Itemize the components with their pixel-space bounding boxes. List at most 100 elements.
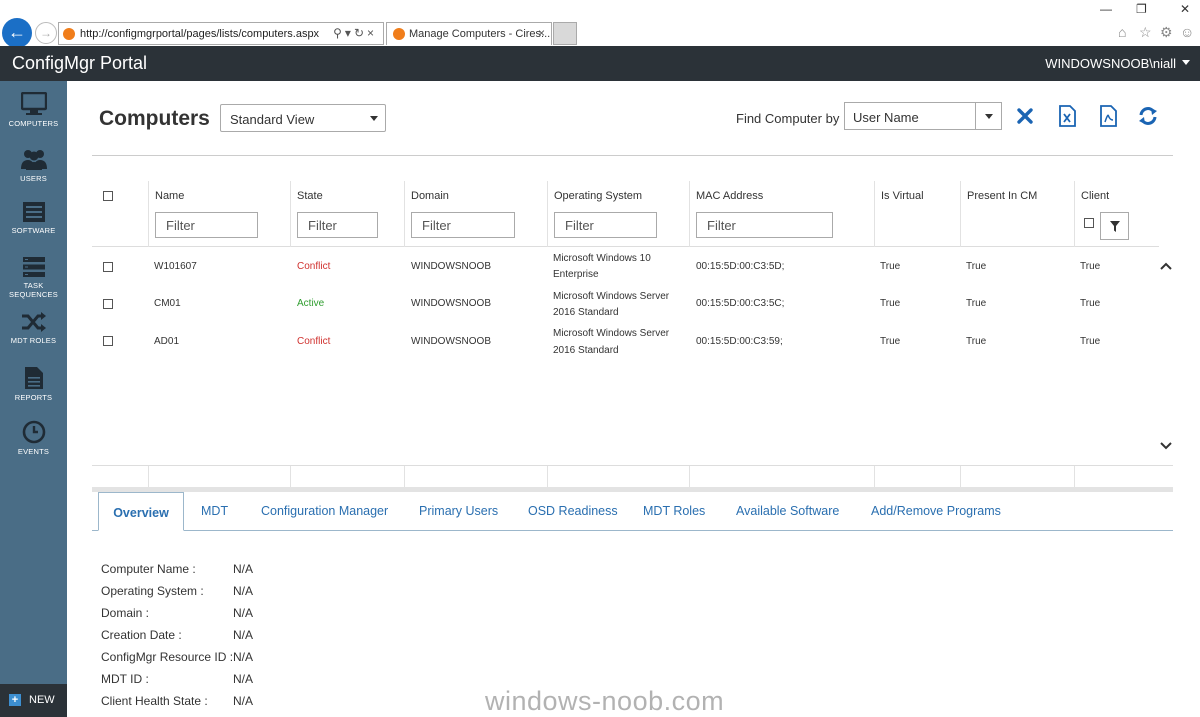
scroll-up-chevron-icon[interactable] xyxy=(1160,262,1172,270)
home-icon[interactable]: ⌂ xyxy=(1118,24,1126,40)
mac-filter-input[interactable]: Filter xyxy=(696,212,833,238)
sidebar-item-task-sequences[interactable]: TASK SEQUENCES xyxy=(0,248,67,302)
column-divider xyxy=(290,466,291,488)
cell-client: True xyxy=(1080,336,1101,347)
select-all-checkbox[interactable] xyxy=(103,191,113,201)
sidebar-item-reports[interactable]: REPORTS xyxy=(0,358,67,412)
sidebar-item-computers[interactable]: COMPUTERS xyxy=(0,84,67,138)
column-header-present-in-cm[interactable]: Present In CM xyxy=(967,190,1037,202)
tab-close-icon[interactable]: × xyxy=(538,26,545,40)
name-filter-input[interactable]: Filter xyxy=(155,212,258,238)
user-menu[interactable]: WINDOWSNOOB\niall xyxy=(1045,56,1176,71)
sidebar-item-mdt-roles[interactable]: MDT ROLES xyxy=(0,303,67,357)
column-header-domain[interactable]: Domain xyxy=(411,190,449,202)
shuffle-icon xyxy=(21,312,46,332)
sidebar-item-software[interactable]: SOFTWARE xyxy=(0,193,67,247)
minimize-icon[interactable]: — xyxy=(1100,2,1112,16)
tab-primary-users[interactable]: Primary Users xyxy=(419,504,498,518)
cell-state: Conflict xyxy=(297,261,331,272)
domain-filter-input[interactable]: Filter xyxy=(411,212,515,238)
row-checkbox[interactable] xyxy=(103,299,113,309)
detail-label-mdt-id: MDT ID : xyxy=(101,672,149,686)
find-by-select[interactable]: User Name xyxy=(844,102,1002,130)
watermark: windows-noob.com xyxy=(485,686,725,716)
app-title[interactable]: ConfigMgr Portal xyxy=(12,53,147,74)
task-sequence-icon xyxy=(22,257,45,277)
forward-arrow-icon[interactable]: → xyxy=(35,22,57,44)
sidebar-label: EVENTS xyxy=(17,447,50,456)
column-header-is-virtual[interactable]: Is Virtual xyxy=(881,190,924,202)
new-button[interactable]: + NEW xyxy=(0,684,67,717)
page-title: Computers xyxy=(99,107,210,130)
column-header-state[interactable]: State xyxy=(297,190,323,202)
sidebar-item-users[interactable]: USERS xyxy=(0,139,67,193)
state-filter-input[interactable]: Filter xyxy=(297,212,378,238)
client-filter-checkbox[interactable] xyxy=(1084,218,1094,228)
smiley-icon[interactable]: ☺ xyxy=(1180,24,1194,40)
detail-tabs: Overview MDT Configuration Manager Prima… xyxy=(92,492,1173,531)
os-filter-input[interactable]: Filter xyxy=(554,212,657,238)
cell-name: AD01 xyxy=(154,336,180,347)
restore-icon[interactable]: ❐ xyxy=(1136,2,1147,16)
tab-available-software[interactable]: Available Software xyxy=(736,504,839,518)
tab-mdt-roles[interactable]: MDT Roles xyxy=(643,504,705,518)
column-divider xyxy=(547,181,548,247)
favorites-star-icon[interactable]: ☆ xyxy=(1139,24,1152,41)
users-icon xyxy=(20,150,47,170)
detail-value-client-health: N/A xyxy=(233,694,254,708)
cell-os-line1: Microsoft Windows Server xyxy=(553,328,670,339)
grid-footer xyxy=(92,465,1173,488)
column-header-os[interactable]: Operating System xyxy=(554,190,642,202)
address-url[interactable]: http://configmgrportal/pages/lists/compu… xyxy=(80,28,319,40)
find-by-value: User Name xyxy=(853,110,919,125)
cell-client: True xyxy=(1080,298,1101,309)
tab-osd-readiness[interactable]: OSD Readiness xyxy=(528,504,618,518)
column-header-client[interactable]: Client xyxy=(1081,190,1109,202)
cell-is-virtual: True xyxy=(880,298,901,309)
table-row[interactable]: CM01 Active WINDOWSNOOB Microsoft Window… xyxy=(92,290,1159,327)
cell-domain: WINDOWSNOOB xyxy=(411,336,491,347)
column-header-name[interactable]: Name xyxy=(155,190,184,202)
clear-x-icon[interactable] xyxy=(1014,105,1036,127)
browser-tab[interactable]: Manage Computers - Cires... × xyxy=(386,22,552,45)
tab-overview[interactable]: Overview xyxy=(98,492,184,531)
tab-title: Manage Computers - Cires... xyxy=(409,28,551,40)
column-divider xyxy=(960,466,961,488)
tab-add-remove-programs[interactable]: Add/Remove Programs xyxy=(871,504,1001,518)
column-header-mac[interactable]: MAC Address xyxy=(696,190,763,202)
chevron-down-icon xyxy=(370,116,378,121)
row-checkbox[interactable] xyxy=(103,336,113,346)
search-refresh-icon[interactable]: ⚲▾↻× xyxy=(333,26,377,40)
cell-mac: 00:15:5D:00:C3:5D; xyxy=(696,261,785,272)
client-filter-button[interactable] xyxy=(1100,212,1129,240)
new-tab-button[interactable] xyxy=(553,22,577,45)
table-row[interactable]: W101607 Conflict WINDOWSNOOB Microsoft W… xyxy=(92,253,1159,290)
export-excel-icon[interactable] xyxy=(1056,105,1078,127)
scroll-down-chevron-icon[interactable] xyxy=(1160,442,1172,450)
detail-label-client-health: Client Health State : xyxy=(101,694,208,708)
sidebar-label: MDT ROLES xyxy=(10,336,57,345)
table-row[interactable]: AD01 Conflict WINDOWSNOOB Microsoft Wind… xyxy=(92,327,1159,364)
sidebar-label-line2: SEQUENCES xyxy=(9,290,58,299)
site-favicon-icon xyxy=(63,28,75,40)
back-arrow-icon[interactable]: ← xyxy=(2,18,32,48)
detail-value-mdt-id: N/A xyxy=(233,672,254,686)
user-caret-icon[interactable] xyxy=(1182,60,1190,65)
column-divider xyxy=(290,181,291,247)
cell-os-line2: Enterprise xyxy=(553,269,599,280)
refresh-icon[interactable] xyxy=(1137,105,1159,127)
sidebar-item-events[interactable]: EVENTS xyxy=(0,412,67,466)
export-pdf-icon[interactable] xyxy=(1097,105,1119,127)
column-divider xyxy=(1074,181,1075,247)
view-select[interactable]: Standard View xyxy=(220,104,386,132)
cell-mac: 00:15:5D:00:C3:59; xyxy=(696,336,783,347)
close-window-icon[interactable]: ✕ xyxy=(1180,2,1190,16)
sidebar-label: REPORTS xyxy=(14,393,53,402)
address-bar[interactable]: http://configmgrportal/pages/lists/compu… xyxy=(58,22,384,45)
tab-mdt[interactable]: MDT xyxy=(201,504,228,518)
settings-gear-icon[interactable]: ⚙ xyxy=(1160,24,1173,41)
tab-favicon-icon xyxy=(393,28,405,40)
cell-name: CM01 xyxy=(154,298,181,309)
tab-configuration-manager[interactable]: Configuration Manager xyxy=(261,504,388,518)
row-checkbox[interactable] xyxy=(103,262,113,272)
